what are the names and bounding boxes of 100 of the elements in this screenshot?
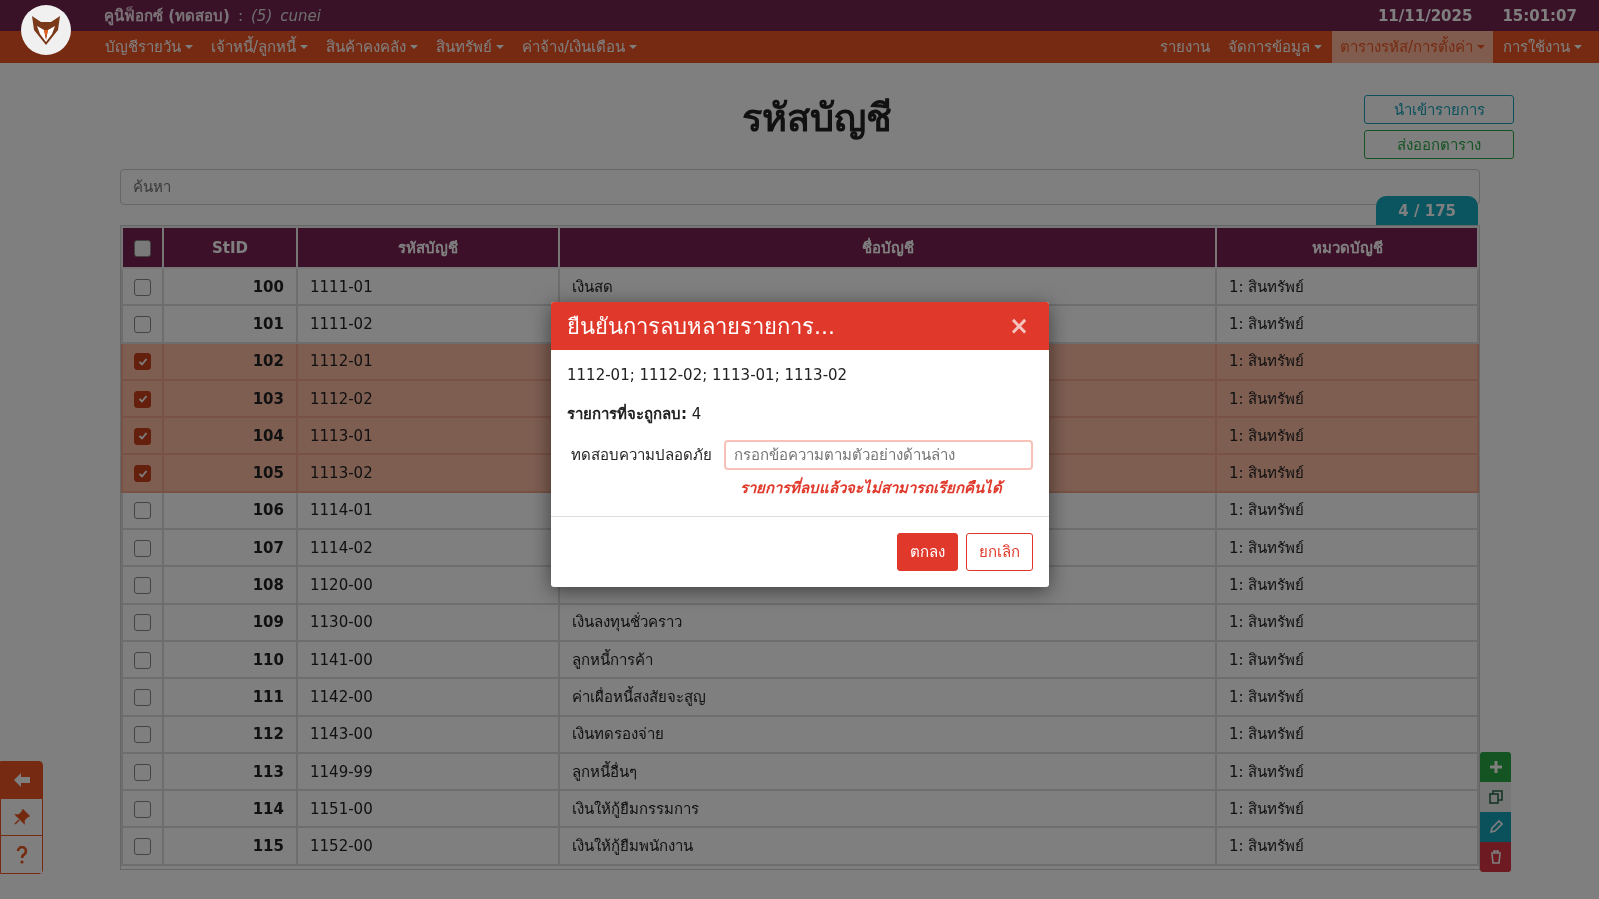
cancel-button[interactable]: ยกเลิก (966, 533, 1033, 571)
table-cell: 112 (163, 715, 297, 753)
separator: : (237, 6, 243, 25)
user-level: (5) (251, 6, 273, 25)
user-name: cunei (280, 6, 321, 25)
count-label: รายการที่จะถูกลบ: (567, 405, 687, 423)
table-cell: 1: สินทรัพย์ (1216, 268, 1478, 306)
table-cell: 108 (163, 566, 297, 604)
table-cell: 1: สินทรัพย์ (1216, 305, 1478, 343)
time-text: 15:01:07 (1502, 6, 1577, 25)
table-cell: ลูกหนี้อื่นๆ (559, 752, 1216, 791)
menu-item[interactable]: บัญชีรายวัน (97, 31, 201, 63)
table-cell: 1: สินทรัพย์ (1216, 790, 1478, 828)
select-all-checkbox[interactable] (134, 239, 151, 257)
column-header[interactable]: ชื่อบัญชี (559, 227, 1216, 268)
row-checkbox[interactable] (134, 726, 151, 744)
row-checkbox[interactable] (134, 577, 151, 594)
menu-item[interactable]: ค่าจ้าง/เงินเดือน (514, 31, 646, 63)
table-cell: 1: สินทรัพย์ (1216, 640, 1478, 679)
export-button[interactable]: ส่งออกตาราง (1364, 130, 1514, 159)
table-cell: 1: สินทรัพย์ (1216, 603, 1478, 641)
menu-item[interactable]: จัดการข้อมูล (1219, 31, 1330, 63)
copy-icon[interactable] (1480, 782, 1511, 812)
table-cell: 1130-00 (297, 603, 559, 641)
field-label: ทดสอบความปลอดภัย (571, 445, 712, 466)
table-cell: 1142-00 (297, 678, 559, 716)
row-checkbox[interactable] (134, 502, 151, 520)
column-header[interactable]: รหัสบัญชี (297, 227, 559, 268)
table-cell: 114 (163, 790, 297, 828)
menu-item[interactable]: รายงาน (1151, 31, 1218, 63)
row-checkbox[interactable] (134, 651, 151, 669)
import-button[interactable]: นำเข้ารายการ (1364, 95, 1514, 124)
table-cell: 1143-00 (297, 715, 559, 753)
table-cell: 1: สินทรัพย์ (1216, 379, 1478, 418)
table-cell: 1: สินทรัพย์ (1216, 827, 1478, 865)
table-cell: 113 (163, 752, 297, 791)
column-header[interactable]: หมวดบัญชี (1216, 227, 1478, 268)
table-cell: 1152-00 (297, 827, 559, 865)
row-checkbox[interactable] (134, 390, 151, 408)
menu-item[interactable]: สินทรัพย์ (428, 31, 513, 63)
table-cell: 1151-00 (297, 790, 559, 828)
table-cell: 110 (163, 640, 297, 679)
table-cell: 109 (163, 603, 297, 641)
row-checkbox[interactable] (134, 465, 151, 483)
row-checkbox[interactable] (134, 315, 151, 333)
table-cell: 1: สินทรัพย์ (1216, 529, 1478, 567)
table-cell: 105 (163, 454, 297, 492)
date-text: 11/11/2025 (1377, 6, 1473, 25)
table-cell: เงินให้กู้ยืมพนักงาน (559, 827, 1216, 865)
table-cell: 1: สินทรัพย์ (1216, 715, 1478, 753)
table-cell: ค่าเผื่อหนี้สงสัยจะสูญ (559, 678, 1216, 716)
ok-button[interactable]: ตกลง (897, 533, 958, 571)
row-checkbox[interactable] (134, 427, 151, 445)
table-cell: 115 (163, 827, 297, 865)
menu-item[interactable]: ตารางรหัส/การตั้งค่า (1331, 31, 1493, 63)
table-cell: 1: สินทรัพย์ (1216, 342, 1478, 380)
table-cell: 1111-01 (297, 268, 559, 306)
table-cell: 106 (163, 491, 297, 530)
pencil-icon[interactable] (1480, 812, 1511, 842)
warning-text: รายการที่ลบแล้วจะไม่สามารถเรียกคืนได้ (567, 476, 1033, 500)
table-cell: 1: สินทรัพย์ (1216, 454, 1478, 492)
row-checkbox[interactable] (134, 838, 151, 856)
table-cell: 102 (163, 342, 297, 380)
row-checkbox[interactable] (134, 763, 151, 781)
count-value: 4 (691, 405, 702, 423)
dialog-title: ยืนยันการลบหลายรายการ... (567, 312, 835, 341)
table-cell: 101 (163, 305, 297, 343)
menu-item[interactable]: เจ้าหนี้/ลูกหนี้ (203, 31, 317, 63)
table-cell: 1: สินทรัพย์ (1216, 752, 1478, 791)
row-checkbox[interactable] (134, 614, 151, 632)
checkmark-icon (137, 431, 148, 442)
table-cell: เงินให้กู้ยืมกรรมการ (559, 790, 1216, 828)
checkmark-icon (137, 394, 148, 405)
table-cell: 1149-99 (297, 752, 559, 791)
table-cell: เงินทดรองจ่าย (559, 715, 1216, 753)
table-cell: 1: สินทรัพย์ (1216, 566, 1478, 604)
column-header[interactable]: StID (163, 227, 297, 268)
confirm-text-field[interactable]: กรอกข้อความตามตัวอย่างด้านล่าง (724, 440, 1033, 470)
search-field[interactable]: ค้นหา (120, 169, 1480, 205)
table-cell: 1: สินทรัพย์ (1216, 491, 1478, 530)
add-icon[interactable] (1480, 752, 1511, 782)
trash-icon[interactable] (1480, 842, 1511, 872)
page-title: รหัสบัญชี (742, 95, 892, 142)
fox-logo-icon[interactable] (21, 5, 71, 55)
table-cell: ลูกหนี้การค้า (559, 640, 1216, 679)
table-cell: เงินลงทุนชั่วคราว (559, 603, 1216, 641)
table-cell: 111 (163, 678, 297, 716)
row-checkbox[interactable] (134, 278, 151, 296)
row-checkbox[interactable] (134, 539, 151, 557)
table-cell: 1: สินทรัพย์ (1216, 678, 1478, 716)
row-checkbox[interactable] (134, 688, 151, 706)
menu-item[interactable]: การใช้งาน (1495, 31, 1590, 63)
app-title: คูนิฟ็อกซ์ (ทดสอบ) (104, 5, 230, 28)
row-checkbox[interactable] (134, 353, 151, 371)
row-checkbox[interactable] (134, 800, 151, 818)
menu-item[interactable]: สินค้าคงคลัง (318, 31, 427, 63)
selected-codes-text: 1112-01; 1112-02; 1113-01; 1113-02 (567, 366, 849, 384)
close-button[interactable]: × (1004, 312, 1033, 340)
table-cell: 107 (163, 529, 297, 567)
table-cell: 103 (163, 379, 297, 418)
